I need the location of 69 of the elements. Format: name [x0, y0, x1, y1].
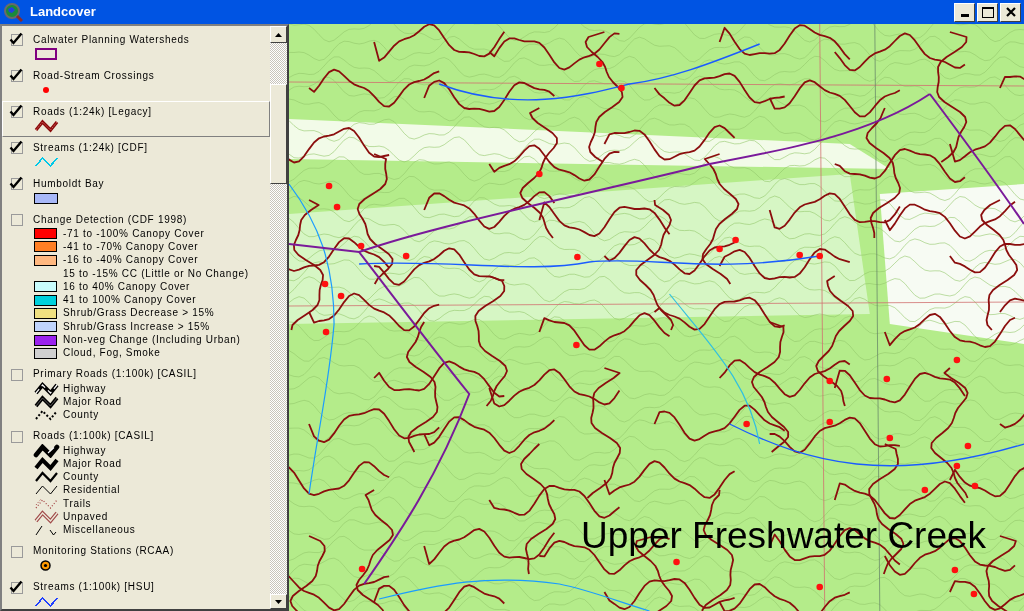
layer-row[interactable]: Roads (1:100k) [CASIL] Highway Major Road County Residential Trails Unpaved Miscellaneous [2, 425, 270, 541]
checkbox[interactable] [9, 140, 24, 155]
checkbox[interactable] [9, 366, 24, 382]
layer-name: Streams (1:100k) [HSU] [33, 582, 155, 593]
legend-label: Shrub/Grass Increase > 15% [63, 321, 210, 332]
legend-label: Highway [63, 445, 107, 456]
layer-row[interactable]: Streams (1:100k) [HSU] [2, 576, 270, 609]
legend-label: Major Road [63, 396, 122, 407]
zigzag-icon [33, 470, 60, 485]
layer-name: Calwater Planning Watersheds [33, 34, 190, 45]
layer-name: Road-Stream Crossings [33, 70, 155, 81]
wide-zigzag-icon [33, 443, 60, 458]
maximize-button[interactable] [977, 2, 998, 22]
double-zigzag-icon [33, 394, 60, 409]
ring-dot-icon [40, 560, 51, 572]
scroll-up-button[interactable] [270, 26, 287, 43]
checkbox[interactable] [9, 104, 24, 119]
layer-name: Monitoring Stations (RCAA) [33, 546, 175, 557]
layer-row[interactable]: Roads (1:24k) [Legacy] [2, 101, 270, 137]
layer-row[interactable]: Primary Roads (1:100k) [CASIL] Highway Major Road County [2, 363, 270, 426]
window-title: Landcover [30, 3, 97, 22]
up-arrow-icon [275, 32, 282, 37]
minimize-icon [960, 14, 969, 17]
legend-label: Residential [63, 485, 121, 496]
down-arrow-icon [275, 599, 282, 604]
layer-row[interactable]: Humboldt Bay [2, 173, 270, 209]
globe-magnifier-icon [3, 2, 23, 22]
checkbox[interactable] [9, 68, 24, 83]
legend-label: -71 to -100% Canopy Cover [63, 228, 205, 239]
legend-label: Trails [63, 498, 92, 509]
thick-zigzag-icon [33, 456, 60, 471]
legend-label: Major Road [63, 458, 122, 469]
legend-label: Miscellaneous [63, 525, 136, 536]
scrollbar-thumb[interactable] [270, 84, 287, 184]
layer-name: Humboldt Bay [33, 178, 105, 189]
legend-label: -16 to -40% Canopy Cover [63, 255, 199, 266]
layer-row[interactable]: Monitoring Stations (RCAA) [2, 540, 270, 577]
close-icon [1005, 7, 1016, 17]
legend-label: County [63, 472, 99, 483]
layer-name: Primary Roads (1:100k) [CASIL] [33, 369, 197, 380]
layer-name: Roads (1:100k) [CASIL] [33, 431, 154, 442]
layer-name: Streams (1:24k) [CDF] [33, 142, 148, 153]
scroll-down-button[interactable] [270, 594, 287, 609]
layer-row[interactable]: Road-Stream Crossings [2, 65, 270, 101]
legend-label: Shrub/Grass Decrease > 15% [63, 308, 215, 319]
close-button[interactable] [1000, 2, 1021, 22]
layer-row[interactable]: Calwater Planning Watersheds [2, 29, 270, 65]
legend-label: Unpaved [63, 512, 108, 522]
checkbox[interactable] [9, 579, 24, 595]
legend-label: Highway [63, 383, 107, 394]
legend-label: Non-veg Change (Including Urban) [63, 335, 241, 345]
legend-label: 16 to 40% Canopy Cover [63, 281, 191, 292]
cased-zigzag-icon [33, 381, 60, 396]
legend-label: -41 to -70% Canopy Cover [63, 241, 199, 252]
maximize-icon [981, 6, 994, 18]
checkbox[interactable] [9, 32, 24, 47]
minimize-button[interactable] [954, 2, 975, 22]
checkbox[interactable] [9, 212, 24, 227]
legend-label: 15 to -15% CC (Little or No Change) [63, 268, 249, 279]
legend-label: County [63, 410, 99, 421]
layer-row[interactable]: Streams (1:24k) [CDF] [2, 137, 270, 173]
double-zigzag-icon [33, 510, 60, 524]
legend-label: 41 to 100% Canopy Cover [63, 295, 197, 306]
layer-name: Change Detection (CDF 1998) [33, 214, 187, 225]
checkbox[interactable] [9, 428, 24, 444]
legend-label: Cloud, Fog, Smoke [63, 348, 161, 359]
layer-name: Roads (1:24k) [Legacy] [33, 106, 152, 117]
checkbox[interactable] [9, 176, 24, 191]
checkbox[interactable] [9, 543, 24, 559]
